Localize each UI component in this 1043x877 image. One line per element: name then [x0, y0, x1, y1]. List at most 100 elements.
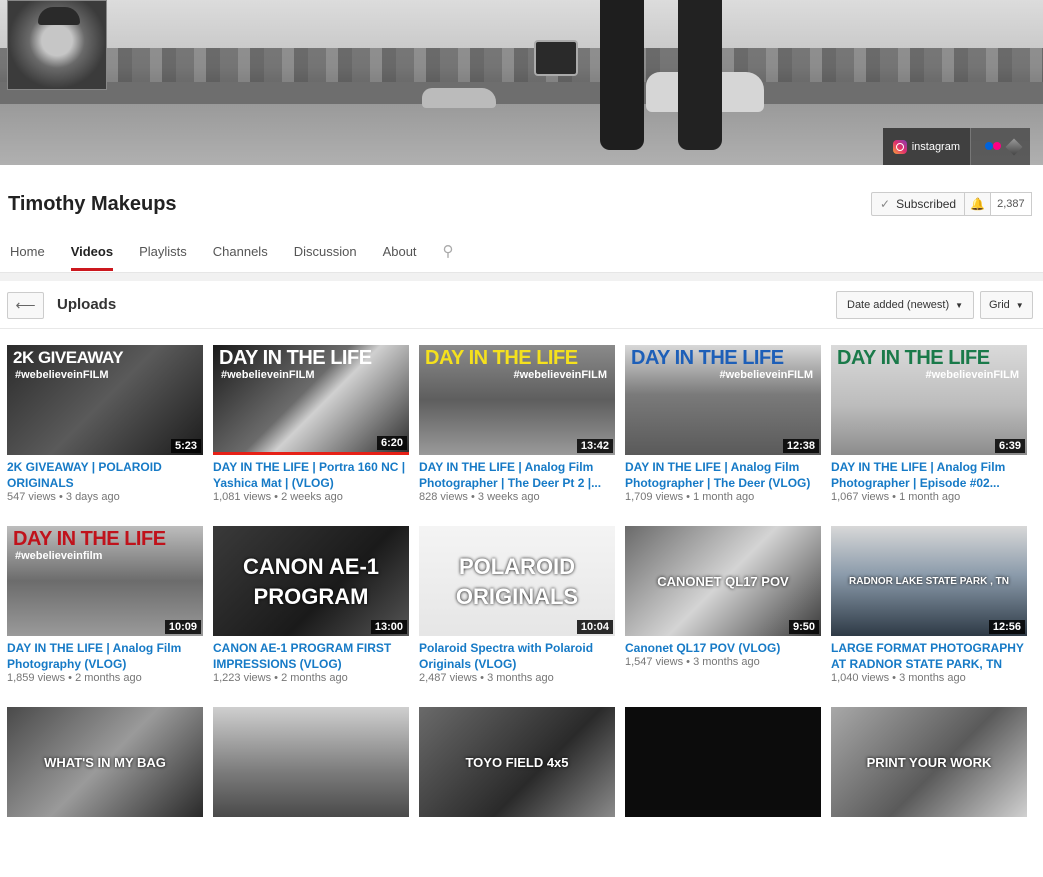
uploads-title: Uploads: [57, 296, 117, 313]
view-dropdown[interactable]: Grid ▼: [980, 291, 1033, 319]
thumbnail-hashtag: #webelieveinFILM: [15, 369, 109, 381]
instagram-link[interactable]: instagram: [882, 128, 970, 165]
thumbnail-title-text: DAY IN THE LIFE: [837, 347, 990, 369]
video-thumbnail[interactable]: CANONET QL17 POV 9:50: [625, 526, 821, 636]
video-thumbnail[interactable]: PRINT YOUR WORK: [831, 707, 1027, 817]
thumbnail-hashtag: #webelieveinFILM: [513, 369, 607, 381]
meta-separator: •: [889, 491, 900, 503]
video-card[interactable]: DAY IN THE LIFE #webelieveinFILM 12:38 DAY …: [625, 345, 821, 515]
thumbnail-title-text: DAY IN THE LIFE: [631, 347, 784, 369]
video-title[interactable]: DAY IN THE LIFE | Analog Film Photograph…: [831, 459, 1027, 491]
video-meta: 828 views • 3 weeks ago: [419, 491, 615, 503]
video-title[interactable]: LARGE FORMAT PHOTOGRAPHY AT RADNOR STATE…: [831, 640, 1027, 672]
channel-tabs: Home Videos Playlists Channels Discussio…: [0, 230, 1043, 273]
video-thumbnail[interactable]: [213, 707, 409, 817]
avatar[interactable]: [7, 0, 107, 90]
watch-progress-bar: [213, 452, 409, 455]
tab-discussion[interactable]: Discussion: [284, 230, 367, 272]
upload-age: 3 months ago: [899, 672, 966, 684]
thumbnail-title-text: DAY IN THE LIFE: [219, 347, 372, 369]
check-icon: ✓: [880, 197, 891, 211]
video-card[interactable]: DAY IN THE LIFE #webelieveinfilm 10:09 DAY …: [7, 526, 203, 696]
video-card[interactable]: [625, 707, 821, 877]
view-count: 1,067 views: [831, 491, 890, 503]
video-title[interactable]: DAY IN THE LIFE | Analog Film Photograph…: [7, 640, 203, 672]
search-icon[interactable]: ⚲: [433, 230, 464, 272]
video-card[interactable]: DAY IN THE LIFE #webelieveinFILM 6:20 DAY I…: [213, 345, 409, 515]
video-thumbnail[interactable]: DAY IN THE LIFE #webelieveinFILM 13:42: [419, 345, 615, 455]
video-title[interactable]: Polaroid Spectra with Polaroid Originals…: [419, 640, 615, 672]
channel-banner: instagram: [0, 0, 1043, 165]
video-card[interactable]: PRINT YOUR WORK: [831, 707, 1027, 877]
instagram-icon: [892, 139, 907, 154]
banner-wall: [0, 82, 1043, 104]
sort-dropdown[interactable]: Date added (newest) ▼: [836, 291, 975, 319]
meta-separator: •: [271, 491, 282, 503]
video-card[interactable]: 2K GIVEAWAY #webelieveinFILM 5:23 2K GIVEAW…: [7, 345, 203, 515]
video-thumbnail[interactable]: DAY IN THE LIFE #webelieveinFILM 6:20: [213, 345, 409, 455]
tab-videos[interactable]: Videos: [61, 230, 123, 272]
divider: [0, 273, 1043, 281]
video-meta: 2,487 views • 3 months ago: [419, 672, 615, 684]
video-card[interactable]: DAY IN THE LIFE #webelieveinFILM 13:42 DAY …: [419, 345, 615, 515]
view-count: 1,709 views: [625, 491, 684, 503]
subscribed-button[interactable]: ✓ Subscribed: [871, 192, 966, 216]
channel-name[interactable]: Timothy Makeups: [8, 193, 177, 216]
video-thumbnail[interactable]: [625, 707, 821, 817]
cube-icon[interactable]: [1005, 138, 1023, 155]
banner-person: [600, 0, 740, 162]
view-count: 1,223 views: [213, 672, 272, 684]
video-title[interactable]: DAY IN THE LIFE | Portra 160 NC | Yashic…: [213, 459, 409, 491]
video-card[interactable]: RADNOR LAKE STATE PARK , TN 12:56 LARGE FO…: [831, 526, 1027, 696]
meta-separator: •: [467, 491, 478, 503]
video-thumbnail[interactable]: DAY IN THE LIFE #webelieveinFILM 12:38: [625, 345, 821, 455]
tab-home[interactable]: Home: [0, 230, 55, 272]
video-thumbnail[interactable]: CANON AE-1 PROGRAM 13:00: [213, 526, 409, 636]
video-duration: 13:00: [370, 620, 407, 634]
video-thumbnail[interactable]: RADNOR LAKE STATE PARK , TN 12:56: [831, 526, 1027, 636]
thumbnail-title-text: WHAT'S IN MY BAG: [44, 755, 166, 770]
view-count: 2,487 views: [419, 672, 478, 684]
thumbnail-title-text: CANON AE-1 PROGRAM: [242, 554, 380, 609]
video-title[interactable]: 2K GIVEAWAY | POLAROID ORIGINALS: [7, 459, 203, 491]
video-title[interactable]: Canonet QL17 POV (VLOG): [625, 640, 821, 656]
sort-label: Date added (newest): [847, 299, 950, 311]
view-count: 828 views: [419, 491, 468, 503]
video-title[interactable]: DAY IN THE LIFE | Analog Film Photograph…: [419, 459, 615, 491]
video-thumbnail[interactable]: TOYO FIELD 4x5: [419, 707, 615, 817]
flickr-link[interactable]: [970, 128, 1030, 165]
notification-bell-button[interactable]: 🔔: [965, 192, 992, 216]
video-card[interactable]: CANON AE-1 PROGRAM 13:00 CANON AE-1 PROGRA…: [213, 526, 409, 696]
upload-age: 2 weeks ago: [281, 491, 343, 503]
video-meta: 1,709 views • 1 month ago: [625, 491, 821, 503]
video-card[interactable]: [213, 707, 409, 877]
video-thumbnail[interactable]: POLAROID ORIGINALS 10:04: [419, 526, 615, 636]
meta-separator: •: [271, 672, 282, 684]
subscriber-count: 2,387: [991, 192, 1032, 216]
video-thumbnail[interactable]: 2K GIVEAWAY #webelieveinFILM 5:23: [7, 345, 203, 455]
thumbnail-title-text: CANONET QL17 POV: [657, 574, 789, 589]
back-arrow-icon: ⟵: [15, 297, 36, 313]
meta-separator: •: [55, 491, 66, 503]
video-duration: 5:23: [170, 439, 201, 453]
video-thumbnail[interactable]: DAY IN THE LIFE #webelieveinFILM 6:39: [831, 345, 1027, 455]
view-count: 1,081 views: [213, 491, 272, 503]
tab-playlists[interactable]: Playlists: [129, 230, 197, 272]
tab-about[interactable]: About: [373, 230, 427, 272]
video-meta: 1,547 views • 3 months ago: [625, 656, 821, 668]
video-duration: 6:39: [994, 439, 1025, 453]
video-card[interactable]: WHAT'S IN MY BAG: [7, 707, 203, 877]
video-title[interactable]: DAY IN THE LIFE | Analog Film Photograph…: [625, 459, 821, 491]
thumbnail-hashtag: #webelieveinfilm: [15, 550, 103, 562]
back-button[interactable]: ⟵: [7, 292, 44, 319]
thumbnail-title-text: POLAROID ORIGINALS: [455, 554, 579, 609]
video-card[interactable]: CANONET QL17 POV 9:50 Canonet QL17 POV (VL…: [625, 526, 821, 696]
banner-car: [422, 88, 496, 108]
video-thumbnail[interactable]: DAY IN THE LIFE #webelieveinfilm 10:09: [7, 526, 203, 636]
video-title[interactable]: CANON AE-1 PROGRAM FIRST IMPRESSIONS (VL…: [213, 640, 409, 672]
video-card[interactable]: TOYO FIELD 4x5: [419, 707, 615, 877]
video-card[interactable]: POLAROID ORIGINALS 10:04 Polaroid Spectra …: [419, 526, 615, 696]
tab-channels[interactable]: Channels: [203, 230, 278, 272]
video-thumbnail[interactable]: WHAT'S IN MY BAG: [7, 707, 203, 817]
video-card[interactable]: DAY IN THE LIFE #webelieveinFILM 6:39 DAY I…: [831, 345, 1027, 515]
